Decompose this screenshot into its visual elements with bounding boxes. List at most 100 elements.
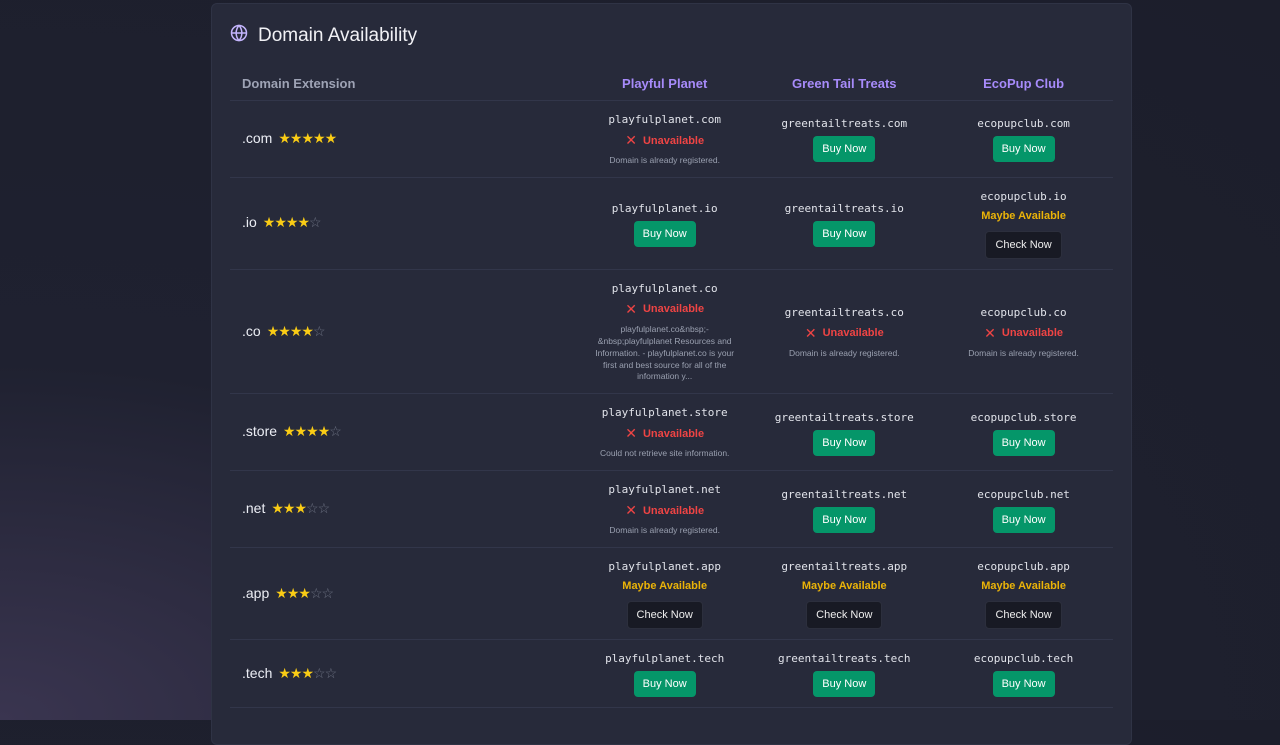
status-unavailable: ✕ Unavailable <box>805 325 884 342</box>
star-filled-icon: ★ <box>262 214 276 231</box>
extension-label: .store <box>242 423 278 440</box>
status-note: playfulplanet.co&nbsp;-&nbsp;playfulplan… <box>595 323 735 382</box>
star-empty-icon: ☆ <box>306 500 319 517</box>
status-maybe: Maybe Available <box>981 580 1066 593</box>
close-icon: ✕ <box>804 324 817 341</box>
domain-cell: ecopupclub.co ✕ Unavailable Domain is alrea… <box>934 269 1113 395</box>
status-unavailable: ✕ Unavailable <box>984 325 1063 342</box>
domain-cell: ecopupclub.com Buy Now <box>934 100 1113 178</box>
globe-icon <box>230 24 248 47</box>
status-unavailable: ✕ Unavailable <box>625 502 704 519</box>
table-row: .co ★★★★☆ playfulplanet.co ✕ Unavailable play… <box>230 269 1113 395</box>
domain-cell: greentailtreats.app Maybe Available Check … <box>754 547 935 641</box>
star-empty-icon: ☆ <box>309 214 322 231</box>
domain-name: greentailtreats.app <box>781 560 908 574</box>
star-filled-icon: ★ <box>289 322 303 339</box>
domain-name: greentailtreats.co <box>784 305 904 319</box>
star-rating: ★★★★★ <box>278 129 338 147</box>
domain-cell-content: ecopupclub.tech Buy Now <box>934 640 1113 707</box>
check-now-button[interactable]: Check Now <box>626 601 703 630</box>
buy-now-button[interactable]: Buy Now <box>992 136 1055 163</box>
header-site: Green Tail Treats <box>754 66 935 101</box>
star-filled-icon: ★ <box>275 584 288 601</box>
domain-cell: ecopupclub.store Buy Now <box>934 393 1113 472</box>
domain-cell-content: playfulplanet.tech Buy Now <box>575 640 754 707</box>
availability-table: Domain Extension Playful Planet Green Ta… <box>230 66 1113 709</box>
status-label: Unavailable <box>642 504 705 517</box>
buy-now-button[interactable]: Buy Now <box>992 506 1055 533</box>
domain-cell-content: ecopupclub.net Buy Now <box>934 476 1113 543</box>
domain-cell: greentailtreats.store Buy Now <box>754 393 935 472</box>
star-filled-icon: ★ <box>324 129 338 146</box>
domain-cell: playfulplanet.com ✕ Unavailable Domain is a… <box>574 100 755 178</box>
page-title: Domain Availability <box>258 24 418 46</box>
star-filled-icon: ★ <box>298 584 311 601</box>
buy-now-button[interactable]: Buy Now <box>633 220 696 247</box>
domain-cell: playfulplanet.tech Buy Now <box>574 639 755 709</box>
domain-name: playfulplanet.tech <box>605 652 725 666</box>
domain-name: greentailtreats.io <box>784 201 904 215</box>
buy-now-button[interactable]: Buy Now <box>992 671 1055 698</box>
star-filled-icon: ★ <box>278 129 291 146</box>
status-note: Domain is already registered. <box>609 525 720 536</box>
extension-cell: .net ★★★☆☆ <box>230 470 575 549</box>
check-now-button[interactable]: Check Now <box>985 601 1062 630</box>
domain-cell-content: ecopupclub.co ✕ Unavailable Domain is alrea… <box>934 294 1113 370</box>
domain-cell: ecopupclub.tech Buy Now <box>934 639 1113 709</box>
star-rating: ★★★★☆ <box>262 214 322 231</box>
header-domain-extension: Domain Extension <box>230 66 575 101</box>
star-filled-icon: ★ <box>301 129 314 146</box>
domain-cell-content: ecopupclub.store Buy Now <box>934 399 1113 466</box>
star-filled-icon: ★ <box>286 584 300 601</box>
star-empty-icon: ☆ <box>313 664 326 681</box>
check-now-button[interactable]: Check Now <box>806 601 883 630</box>
domain-cell: ecopupclub.io Maybe Available Check Now <box>934 177 1113 270</box>
status-label: Unavailable <box>1001 327 1064 340</box>
domain-cell-content: greentailtreats.io Buy Now <box>754 190 934 257</box>
domain-cell: playfulplanet.store ✕ Unavailable Could not… <box>574 393 755 472</box>
status-unavailable: ✕ Unavailable <box>625 425 704 442</box>
extension-label: .co <box>242 322 261 339</box>
table-header-row: Domain Extension Playful Planet Green Ta… <box>230 66 1113 101</box>
header-site: EcoPup Club <box>934 66 1113 101</box>
buy-now-button[interactable]: Buy Now <box>633 671 696 698</box>
buy-now-button[interactable]: Buy Now <box>813 429 876 456</box>
star-filled-icon: ★ <box>306 423 319 440</box>
domain-name: ecopupclub.net <box>977 487 1070 501</box>
domain-cell-content: greentailtreats.com Buy Now <box>754 105 934 172</box>
status-note: Could not retrieve site information. <box>599 448 730 459</box>
star-empty-icon: ☆ <box>317 500 331 517</box>
domain-cell: playfulplanet.net ✕ Unavailable Domain is a… <box>574 470 755 549</box>
extension-label: .net <box>242 500 266 517</box>
star-rating: ★★★☆☆ <box>278 664 337 682</box>
star-filled-icon: ★ <box>294 423 308 440</box>
domain-name: playfulplanet.net <box>608 483 721 497</box>
star-filled-icon: ★ <box>271 500 284 517</box>
status-maybe: Maybe Available <box>981 209 1066 222</box>
extension-label: .io <box>242 214 257 231</box>
status-note: Domain is already registered. <box>968 347 1079 358</box>
extension-cell: .com ★★★★★ <box>230 100 575 178</box>
star-rating: ★★★☆☆ <box>271 500 331 517</box>
star-empty-icon: ☆ <box>329 423 342 440</box>
star-filled-icon: ★ <box>285 214 299 231</box>
star-rating: ★★★★☆ <box>267 322 326 340</box>
star-empty-icon: ☆ <box>309 584 323 601</box>
status-maybe: Maybe Available <box>622 580 708 593</box>
buy-now-button[interactable]: Buy Now <box>813 220 876 247</box>
buy-now-button[interactable]: Buy Now <box>813 506 876 533</box>
star-filled-icon: ★ <box>282 500 296 517</box>
domain-name: playfulplanet.io <box>611 201 718 215</box>
table-row: .store ★★★★☆ playfulplanet.store ✕ Unavailab… <box>230 393 1113 472</box>
close-icon: ✕ <box>625 132 637 148</box>
domain-name: playfulplanet.com <box>608 113 721 126</box>
domain-name: playfulplanet.store <box>601 406 728 420</box>
domain-cell: ecopupclub.net Buy Now <box>934 470 1113 549</box>
domain-cell-content: greentailtreats.co ✕ Unavailable Domain is … <box>754 294 934 370</box>
domain-cell-content: greentailtreats.tech Buy Now <box>754 640 934 707</box>
buy-now-button[interactable]: Buy Now <box>813 136 876 163</box>
check-now-button[interactable]: Check Now <box>985 230 1062 259</box>
buy-now-button[interactable]: Buy Now <box>813 671 876 698</box>
domain-name: greentailtreats.net <box>781 487 908 501</box>
buy-now-button[interactable]: Buy Now <box>992 429 1055 456</box>
